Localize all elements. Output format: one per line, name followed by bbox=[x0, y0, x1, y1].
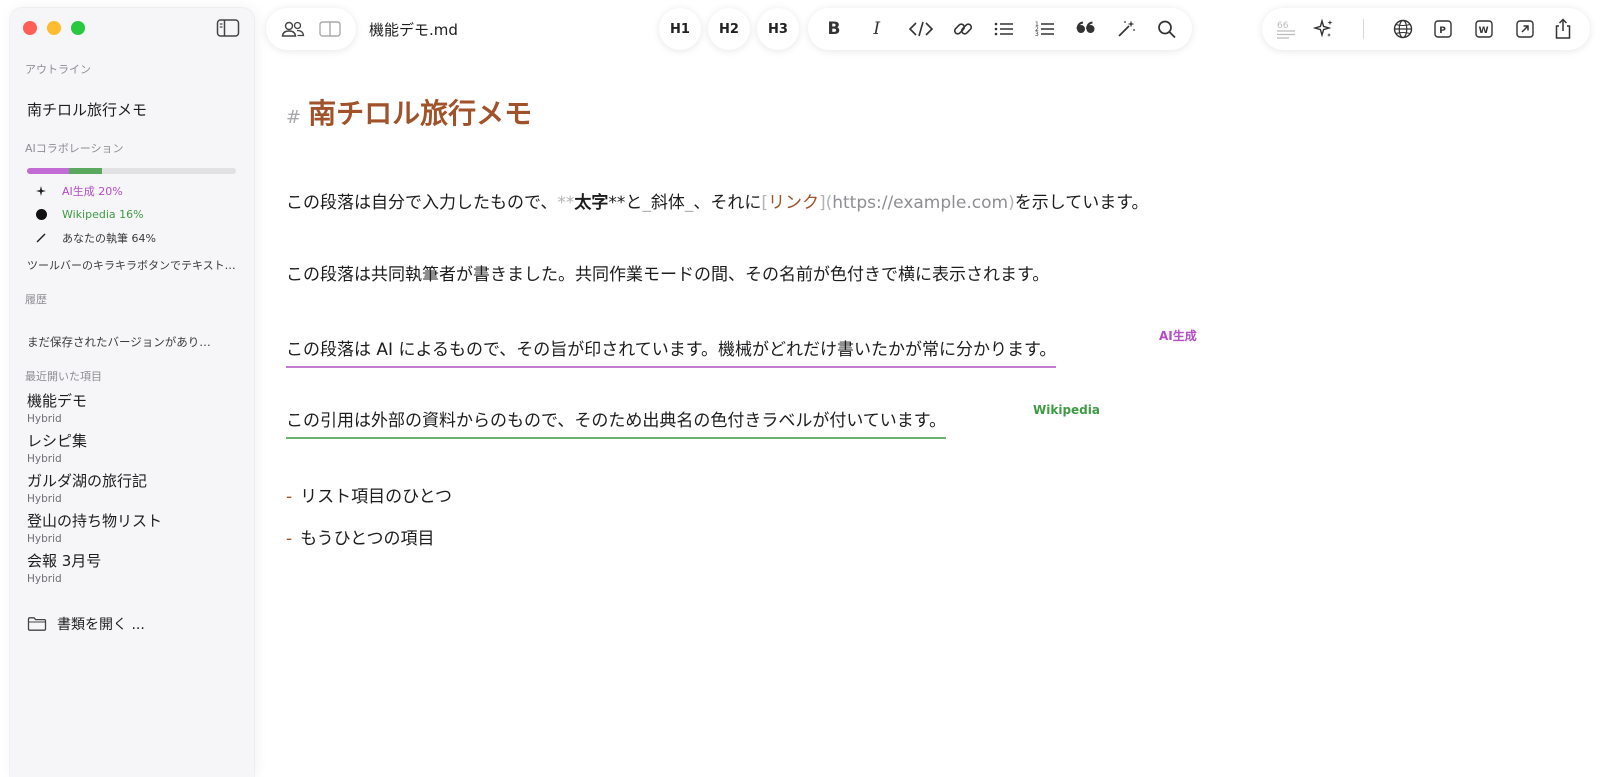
recent-item[interactable]: レシピ集 Hybrid bbox=[27, 432, 237, 466]
window-zoom-button[interactable] bbox=[71, 21, 85, 35]
inline-link[interactable]: リンク bbox=[768, 193, 819, 213]
own-writing-segment bbox=[102, 168, 236, 174]
svg-text:3: 3 bbox=[1035, 31, 1039, 38]
right-toolbar: 66 P W bbox=[1262, 8, 1590, 50]
recent-item[interactable]: ガルダ湖の旅行記 Hybrid bbox=[27, 472, 237, 506]
sidebar-toggle-icon[interactable] bbox=[216, 18, 240, 38]
svg-text:P: P bbox=[1439, 26, 1446, 36]
list-item[interactable]: - もうひとつの項目 bbox=[286, 524, 434, 549]
bold-icon[interactable]: B bbox=[822, 19, 846, 39]
outline-section-label: アウトライン bbox=[25, 63, 91, 76]
search-icon[interactable] bbox=[1156, 19, 1178, 39]
window-minimize-button[interactable] bbox=[47, 21, 61, 35]
export-pdf-icon[interactable]: P bbox=[1433, 19, 1453, 39]
svg-text:66: 66 bbox=[1277, 21, 1289, 31]
ai-collaboration-label: AIコラボレーション bbox=[25, 142, 124, 155]
document-title: 機能デモ.md bbox=[369, 21, 458, 39]
window-close-button[interactable] bbox=[23, 21, 37, 35]
pencil-icon bbox=[34, 231, 48, 245]
paragraph-ai[interactable]: この段落は AI によるもので、その旨が印されています。機械がどれだけ書いたかが… bbox=[286, 335, 1057, 368]
legend-own-writing: あなたの執筆 64% bbox=[34, 230, 156, 246]
toolbar-divider bbox=[1363, 19, 1364, 39]
outline-item[interactable]: 南チロル旅行メモ bbox=[27, 99, 147, 120]
wikipedia-source-label: Wikipedia bbox=[1033, 403, 1100, 417]
ai-sparkle-icon[interactable] bbox=[1312, 18, 1336, 40]
paragraph-coauthor[interactable]: この段落は共同執筆者が書きました。共同作業モードの間、その名前が色付きで横に表示… bbox=[286, 260, 1049, 285]
share-icon[interactable] bbox=[1553, 17, 1573, 41]
quote-icon[interactable] bbox=[1075, 19, 1097, 39]
list-item[interactable]: - リスト項目のひとつ bbox=[286, 482, 452, 507]
globe-icon[interactable] bbox=[1392, 18, 1414, 40]
export-word-icon[interactable]: W bbox=[1474, 19, 1494, 39]
ai-hint-text: ツールバーのキラキラボタンでテキストを… bbox=[27, 259, 237, 272]
sidebar: アウトライン 南チロル旅行メモ AIコラボレーション AI生成 20% Wiki… bbox=[10, 8, 254, 777]
recent-item[interactable]: 登山の持ち物リスト Hybrid bbox=[27, 512, 237, 546]
heading-1-button[interactable]: H1 bbox=[659, 8, 701, 50]
heading-marker: # bbox=[286, 107, 302, 128]
heading-text: 南チロル旅行メモ bbox=[308, 97, 533, 130]
code-icon[interactable] bbox=[908, 19, 934, 39]
ai-source-label: AI生成 bbox=[1159, 329, 1197, 343]
paragraph-wikipedia[interactable]: この引用は外部の資料からのもので、そのため出典名の色付きラベルが付いています。 bbox=[286, 406, 947, 439]
recent-section-label: 最近開いた項目 bbox=[25, 370, 102, 383]
format-toolbar: B I 123 bbox=[808, 8, 1192, 50]
sparkle-icon bbox=[34, 184, 48, 198]
open-external-icon[interactable] bbox=[1515, 19, 1535, 39]
link-icon[interactable] bbox=[952, 19, 974, 39]
dot-icon bbox=[34, 207, 48, 221]
folder-icon bbox=[27, 617, 47, 631]
history-empty-text: まだ保存されたバージョンがあり… bbox=[27, 335, 211, 349]
collaborators-icon[interactable] bbox=[280, 19, 306, 39]
split-view-icon[interactable] bbox=[318, 19, 342, 39]
collaboration-pill bbox=[266, 8, 356, 50]
numbered-list-icon[interactable]: 123 bbox=[1034, 19, 1056, 39]
heading-2-button[interactable]: H2 bbox=[708, 8, 750, 50]
ai-collaboration-bar bbox=[27, 168, 236, 174]
wikipedia-segment bbox=[68, 168, 103, 174]
italic-icon[interactable]: I bbox=[865, 19, 889, 39]
history-section-label: 履歴 bbox=[25, 293, 47, 306]
magic-wand-icon[interactable] bbox=[1115, 19, 1137, 39]
legend-ai-generated: AI生成 20% bbox=[34, 183, 123, 199]
svg-text:W: W bbox=[1479, 26, 1489, 36]
paragraph-own[interactable]: この段落は自分で入力したもので、**太字**と_斜体_、それに[リンク](htt… bbox=[286, 188, 1149, 213]
document-heading[interactable]: # 南チロル旅行メモ bbox=[286, 92, 532, 132]
bullet-list-icon[interactable] bbox=[993, 19, 1015, 39]
ai-generated-segment bbox=[27, 168, 69, 174]
legend-wikipedia: Wikipedia 16% bbox=[34, 207, 144, 221]
citation-icon[interactable]: 66 bbox=[1274, 19, 1298, 39]
open-documents-button[interactable]: 書類を開く ... bbox=[27, 614, 145, 634]
recent-item[interactable]: 機能デモ Hybrid bbox=[27, 392, 237, 426]
heading-3-button[interactable]: H3 bbox=[757, 8, 799, 50]
recent-item[interactable]: 会報 3月号 Hybrid bbox=[27, 552, 237, 586]
